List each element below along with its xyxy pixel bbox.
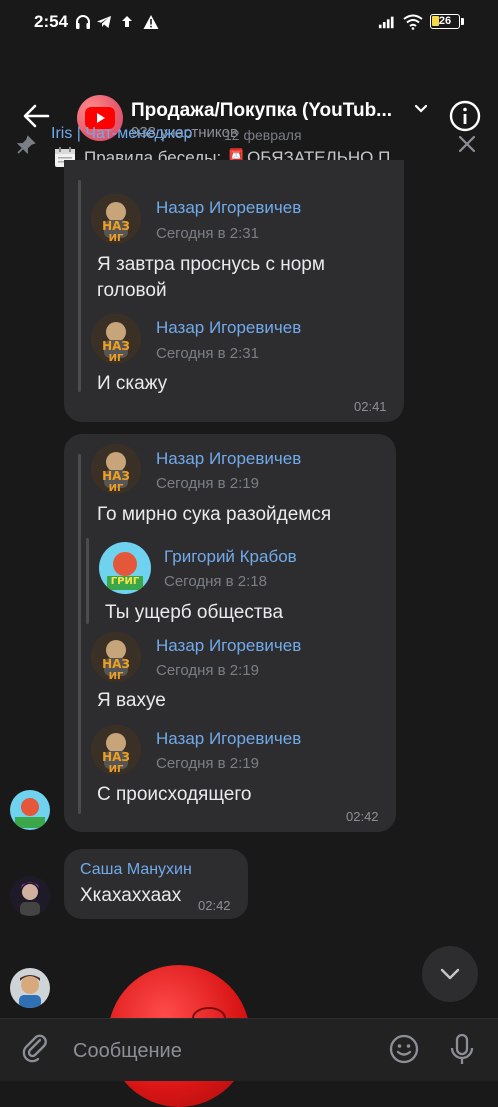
sender-avatar[interactable] [10, 876, 50, 916]
battery-tip [461, 18, 464, 25]
svg-text:ИГ: ИГ [109, 353, 124, 364]
forwarded-date: Сегодня в 2:19 [156, 475, 259, 492]
pinned-date: 12 февраля [224, 127, 302, 143]
forwarded-author[interactable]: Григорий Крабов [164, 547, 297, 567]
message-author[interactable]: Саша Манухин [80, 861, 192, 879]
forwarded-date: Сегодня в 2:19 [156, 662, 259, 679]
message-time: 02:42 [198, 898, 231, 913]
message-text: С происходящего [97, 784, 252, 805]
message-input[interactable]: Сообщение [73, 1040, 182, 1063]
forward-quote-line [78, 180, 81, 392]
forwarded-author[interactable]: Назар Игоревичев [156, 449, 301, 469]
scroll-down-icon [440, 968, 460, 980]
chat-header: Продажа/Покупка (YouTub... 938 участнико… [0, 44, 498, 141]
svg-text:ГРИГ: ГРИГ [111, 576, 140, 587]
headphones-icon [76, 15, 90, 29]
svg-text:ИГ: ИГ [109, 671, 124, 682]
pin-icon [16, 135, 36, 155]
signal-icon [378, 16, 394, 29]
upload-icon [122, 16, 132, 27]
svg-text:ИГ: ИГ [109, 483, 124, 494]
forwarded-date: Сегодня в 2:18 [164, 573, 267, 590]
svg-text:НАЗ: НАЗ [102, 339, 130, 353]
wifi-icon [403, 14, 423, 30]
forwarded-author[interactable]: Назар Игоревичев [156, 198, 301, 218]
svg-text:ИГ: ИГ [109, 764, 124, 775]
avatar[interactable]: НАЗ ИГ [91, 444, 141, 494]
nested-quote-line [86, 538, 89, 624]
close-icon[interactable] [457, 134, 477, 154]
avatar[interactable]: ГРИГ [99, 542, 151, 594]
battery-icon: 26 [430, 14, 460, 29]
emoji-icon[interactable] [389, 1034, 419, 1064]
mic-icon[interactable] [449, 1033, 475, 1067]
message-text: И скажу [97, 373, 168, 394]
message-time: 02:41 [354, 399, 387, 414]
svg-text:НАЗ: НАЗ [102, 657, 130, 671]
message-text: Го мирно сука разойдемся [97, 504, 332, 525]
avatar[interactable]: НАЗ ИГ [91, 725, 141, 775]
scroll-down-button[interactable] [422, 946, 478, 1002]
avatar[interactable]: НАЗ ИГ [91, 632, 141, 682]
svg-text:ИГ: ИГ [109, 233, 124, 244]
sender-avatar[interactable] [10, 790, 50, 830]
message-text: Хкахаххаах [80, 885, 182, 906]
chevron-down-icon[interactable] [414, 104, 428, 114]
message-time: 02:42 [346, 809, 379, 824]
sender-avatar[interactable] [10, 968, 50, 1008]
forwarded-author[interactable]: Назар Игоревичев [156, 636, 301, 656]
svg-text:НАЗ: НАЗ [102, 750, 130, 764]
avatar[interactable]: НАЗ ИГ [91, 314, 141, 364]
forwarded-date: Сегодня в 2:19 [156, 755, 259, 772]
forwarded-date: Сегодня в 2:31 [156, 345, 259, 362]
battery-level: 26 [438, 15, 452, 27]
forward-quote-line [78, 454, 81, 814]
attach-icon[interactable] [22, 1034, 50, 1064]
message-text: Я вахуе [97, 690, 166, 711]
message-text: Я завтра проснусь с норм головой [97, 254, 325, 301]
forwarded-author[interactable]: Назар Игоревичев [156, 318, 301, 338]
status-bar: 2:54 26 [0, 0, 498, 44]
pinned-author: Iris | Чат-менеджер [51, 125, 193, 142]
forwarded-date: Сегодня в 2:31 [156, 225, 259, 242]
status-time: 2:54 [34, 12, 69, 31]
message-text: Ты ущерб общества [105, 602, 284, 623]
svg-text:НАЗ: НАЗ [102, 469, 130, 483]
avatar[interactable]: НАЗ ИГ [91, 194, 141, 244]
telegram-icon [97, 16, 111, 28]
svg-text:НАЗ: НАЗ [102, 219, 130, 233]
warning-icon [143, 15, 159, 29]
forwarded-author[interactable]: Назар Игоревичев [156, 729, 301, 749]
